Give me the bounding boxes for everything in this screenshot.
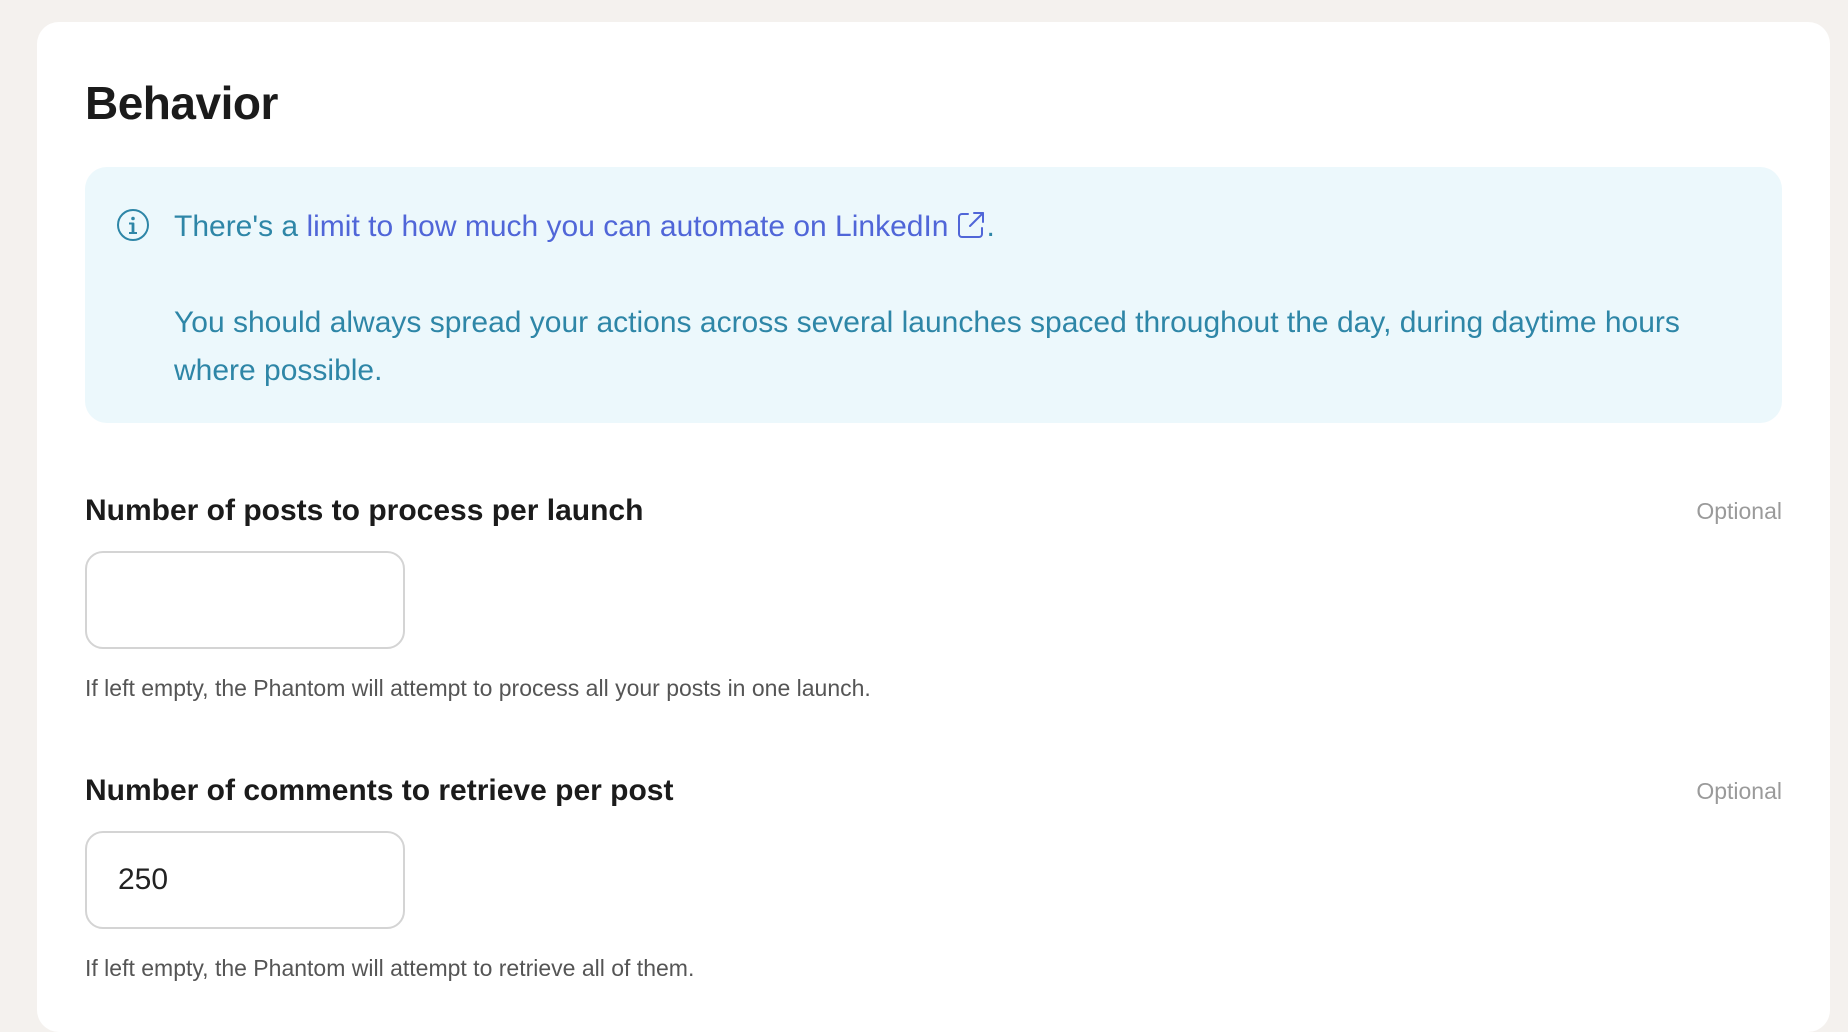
behavior-card: Behavior There's a limit to how much you… <box>37 22 1830 1032</box>
info-circle-icon <box>117 209 149 242</box>
section-title: Behavior <box>85 77 278 129</box>
posts-per-launch-label: Number of posts to process per launch <box>85 494 644 528</box>
posts-per-launch-hint: If left empty, the Phantom will attempt … <box>85 675 871 702</box>
comments-per-post-hint: If left empty, the Phantom will attempt … <box>85 955 695 982</box>
posts-per-launch-input[interactable] <box>85 551 405 650</box>
info-banner: There's a limit to how much you can auto… <box>85 167 1782 424</box>
comments-per-post-input[interactable] <box>85 831 405 930</box>
linkedin-limit-link-text: limit to how much you can automate on Li… <box>306 210 949 244</box>
info-limit-text: There's a limit to how much you can auto… <box>174 203 1742 251</box>
comments-per-post-label: Number of comments to retrieve per post <box>85 774 674 808</box>
comments-per-post-optional-tag: Optional <box>1696 778 1782 805</box>
info-suffix: . <box>986 210 995 244</box>
comments-per-post-field: Number of comments to retrieve per post … <box>85 773 1782 983</box>
posts-per-launch-optional-tag: Optional <box>1696 498 1782 525</box>
external-link-icon <box>958 212 985 239</box>
posts-per-launch-field: Number of posts to process per launch Op… <box>85 493 1782 703</box>
info-prefix: There's a <box>174 210 307 244</box>
info-advice-text: You should always spread your actions ac… <box>174 306 1680 388</box>
linkedin-limit-link[interactable]: limit to how much you can automate on Li… <box>306 210 986 243</box>
